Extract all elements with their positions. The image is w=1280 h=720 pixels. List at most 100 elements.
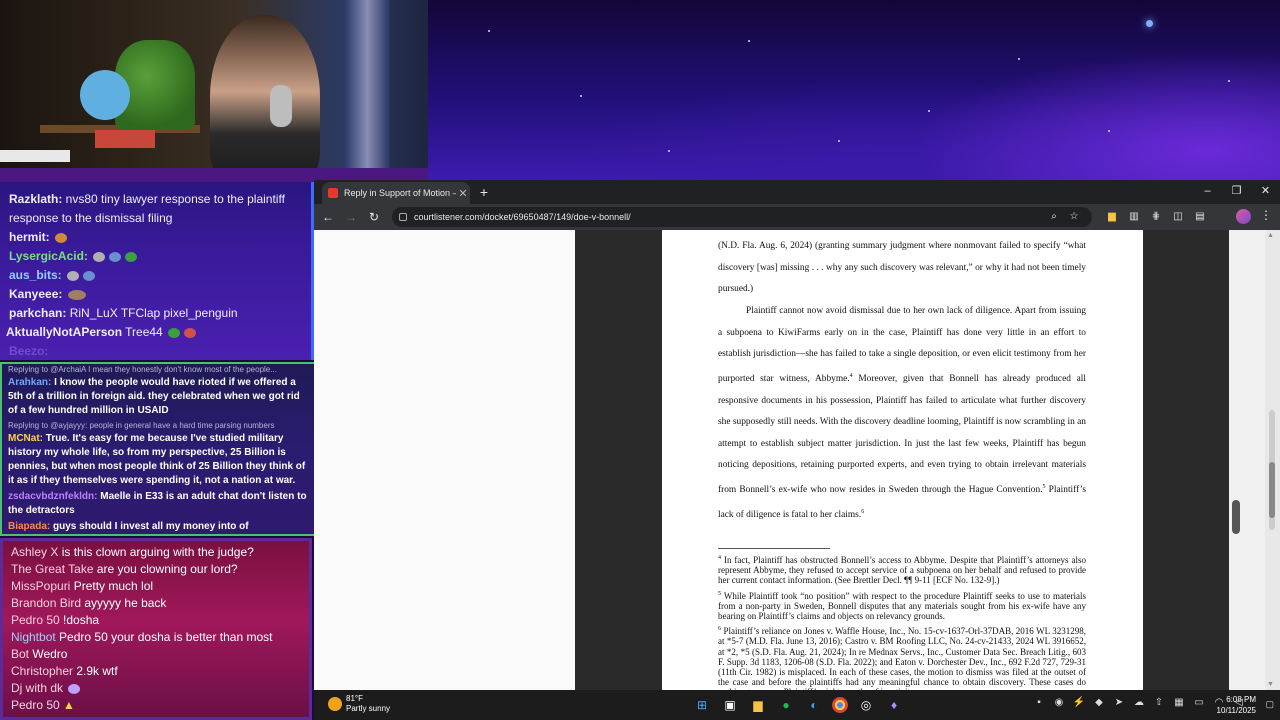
chat-username: Beezo: <box>9 344 49 358</box>
star <box>838 140 840 142</box>
chat-text: True. It's easy for me because I've stud… <box>8 433 306 486</box>
minimize-button[interactable]: – <box>1193 180 1222 202</box>
extension-icon[interactable]: ⋕ <box>1148 208 1164 226</box>
chat-text: Tree44 <box>122 325 163 339</box>
emote-icon <box>125 251 138 262</box>
chat-username: parkchan: <box>9 306 67 320</box>
chat-username: Razklath: <box>9 192 63 206</box>
pdf-scroll-thumb[interactable] <box>1232 500 1240 534</box>
keyboard <box>0 150 70 162</box>
taskbar-apps: ⊞ ▣ ▆ ● ◐ ◎ ♦ <box>692 695 904 715</box>
chat-panel-middle: Replying to @ArchaiA I mean they honestl… <box>0 362 316 536</box>
tray-icon[interactable]: ▪ <box>1032 697 1046 708</box>
bookmark-star-icon[interactable]: ☆ <box>1066 207 1082 227</box>
footnote: 4 In fact, Plaintiff has obstructed Bonn… <box>718 553 1086 586</box>
chat-message: aus_bits: <box>0 266 311 285</box>
chat-text: Wedro <box>29 647 68 661</box>
close-window-button[interactable]: ✕ <box>1251 180 1280 202</box>
start-button[interactable]: ⊞ <box>692 695 712 715</box>
viewer-margin <box>1229 230 1265 690</box>
trash-icon[interactable]: ▥ <box>1126 208 1142 226</box>
new-tab-button[interactable]: + <box>474 183 494 201</box>
chat-text: ayyyyy he back <box>81 596 167 610</box>
file-explorer-icon[interactable]: ▆ <box>748 695 768 715</box>
reload-button[interactable]: ↻ <box>364 208 384 226</box>
chat-message: Bot Wedro <box>3 646 309 663</box>
chat-message: Brandon Bird ayyyyy he back <box>3 595 309 612</box>
footnote: 6 Plaintiff’s reliance on Jones v. Waffl… <box>718 624 1086 690</box>
chat-message: Biapada: guys should I invest all my mon… <box>2 520 314 534</box>
footnotes: 4 In fact, Plaintiff has obstructed Bonn… <box>718 553 1086 690</box>
tray-icon[interactable]: ◆ <box>1092 697 1106 708</box>
viewer-gutter-right <box>1143 230 1229 690</box>
folder-icon[interactable]: ▆ <box>1104 208 1120 226</box>
chat-message: parkchan: RiN_LuX TFClap pixel_penguin <box>0 304 311 323</box>
omnibox-actions: ⌕ ☆ <box>1046 207 1082 227</box>
zoom-icon[interactable]: ⌕ <box>1046 207 1062 227</box>
weather-widget[interactable]: 81°F Partly sunny <box>328 694 390 714</box>
chat-message: Dj with dk <box>3 680 309 697</box>
chat-username: Pedro 50 <box>11 698 60 712</box>
spotify-icon[interactable]: ● <box>776 695 796 715</box>
chat-username: MCNat: <box>8 433 43 444</box>
chat-message: MCNat: True. It's easy for me because I'… <box>2 432 314 488</box>
chat-message: Ashley X is this clown arguing with the … <box>3 544 309 561</box>
puzzle-icon[interactable]: ◫ <box>1170 208 1186 226</box>
star <box>1228 80 1230 82</box>
notification-icon[interactable]: ▢ <box>1265 699 1274 710</box>
webcam-feed <box>0 0 428 182</box>
task-view-icon[interactable]: ▣ <box>720 695 740 715</box>
chat-username: Arahkan: <box>8 377 52 388</box>
chat-username: Ashley X <box>11 545 59 559</box>
scroll-down-arrow[interactable]: ▼ <box>1267 681 1274 688</box>
scroll-up-arrow[interactable]: ▲ <box>1267 232 1274 239</box>
pdf-page: (N.D. Fla. Aug. 6, 2024) (granting summa… <box>662 230 1143 690</box>
clock[interactable]: 6:08 PM 10/11/2025 <box>1217 694 1256 716</box>
maximize-button[interactable]: ❐ <box>1222 180 1251 202</box>
footnote-ref: 6 <box>861 508 865 515</box>
forward-button[interactable]: → <box>341 208 361 226</box>
star <box>488 30 490 32</box>
chat-message: zsdacvbdznfekldn: Maelle in E33 is an ad… <box>2 490 314 518</box>
windows-taskbar: 81°F Partly sunny ⊞ ▣ ▆ ● ◐ ◎ ♦ ▪ ◉ ⚡ ◆ … <box>314 690 1280 720</box>
chat-message: The Great Take are you clowning our lord… <box>3 561 309 578</box>
display-icon[interactable]: ▭ <box>1192 697 1206 708</box>
chat-username: LysergicAcid: <box>9 249 88 263</box>
chat-username: Kanyeee: <box>9 287 63 301</box>
page-scrollbar[interactable]: ▲ ▼ <box>1265 230 1280 690</box>
tray-icon[interactable]: ⇧ <box>1152 697 1166 708</box>
chat-message: MissPopuri Pretty much lol <box>3 578 309 595</box>
time: 6:08 PM <box>1226 695 1256 704</box>
chat-text: is this clown arguing with the judge? <box>58 545 254 559</box>
close-icon[interactable]: ✕ <box>456 187 470 200</box>
tray-icon[interactable]: ▦ <box>1172 697 1186 708</box>
scroll-thumb[interactable] <box>1269 462 1275 518</box>
tray-icon[interactable]: ☁ <box>1132 697 1146 708</box>
chat-username: Christopher <box>11 664 74 678</box>
chat-panel-bottom: Ashley X is this clown arguing with the … <box>0 538 312 720</box>
chrome-icon[interactable] <box>832 697 848 713</box>
obs-icon[interactable]: ◎ <box>856 695 876 715</box>
sidebar-icon[interactable]: ▤ <box>1192 208 1208 226</box>
address-bar[interactable]: courtlistener.com/docket/69650487/149/do… <box>392 207 1092 227</box>
menu-icon[interactable]: ⋮ <box>1260 208 1272 222</box>
edge-icon[interactable]: ◐ <box>804 695 824 715</box>
chat-username: zsdacvbdznfekldn: <box>8 491 98 502</box>
tray-icon[interactable]: ◉ <box>1052 697 1066 708</box>
emote-icon <box>184 327 197 338</box>
site-info-icon[interactable] <box>399 213 407 221</box>
tray-icon[interactable]: ➤ <box>1112 697 1126 708</box>
tab-reply-in-support[interactable]: Reply in Support of Motion – # ✕ <box>322 182 470 204</box>
chat-username: Biapada: <box>8 521 51 532</box>
tray-icon[interactable]: ⚡ <box>1072 697 1086 708</box>
reply-context: Replying to @ArchaiA I mean they honestl… <box>8 365 277 374</box>
star <box>1146 20 1153 27</box>
weather-condition: Partly sunny <box>346 704 391 713</box>
chat-username: MissPopuri <box>11 579 71 593</box>
app-icon[interactable]: ♦ <box>884 695 904 715</box>
browser-window: Reply in Support of Motion – # ✕ + – ❐ ✕… <box>314 180 1280 690</box>
footnote-text: Plaintiff’s reliance on Jones v. Waffle … <box>718 626 1086 690</box>
chat-username: The Great Take <box>11 562 94 576</box>
back-button[interactable]: ← <box>318 208 338 226</box>
profile-avatar[interactable] <box>1236 209 1251 224</box>
